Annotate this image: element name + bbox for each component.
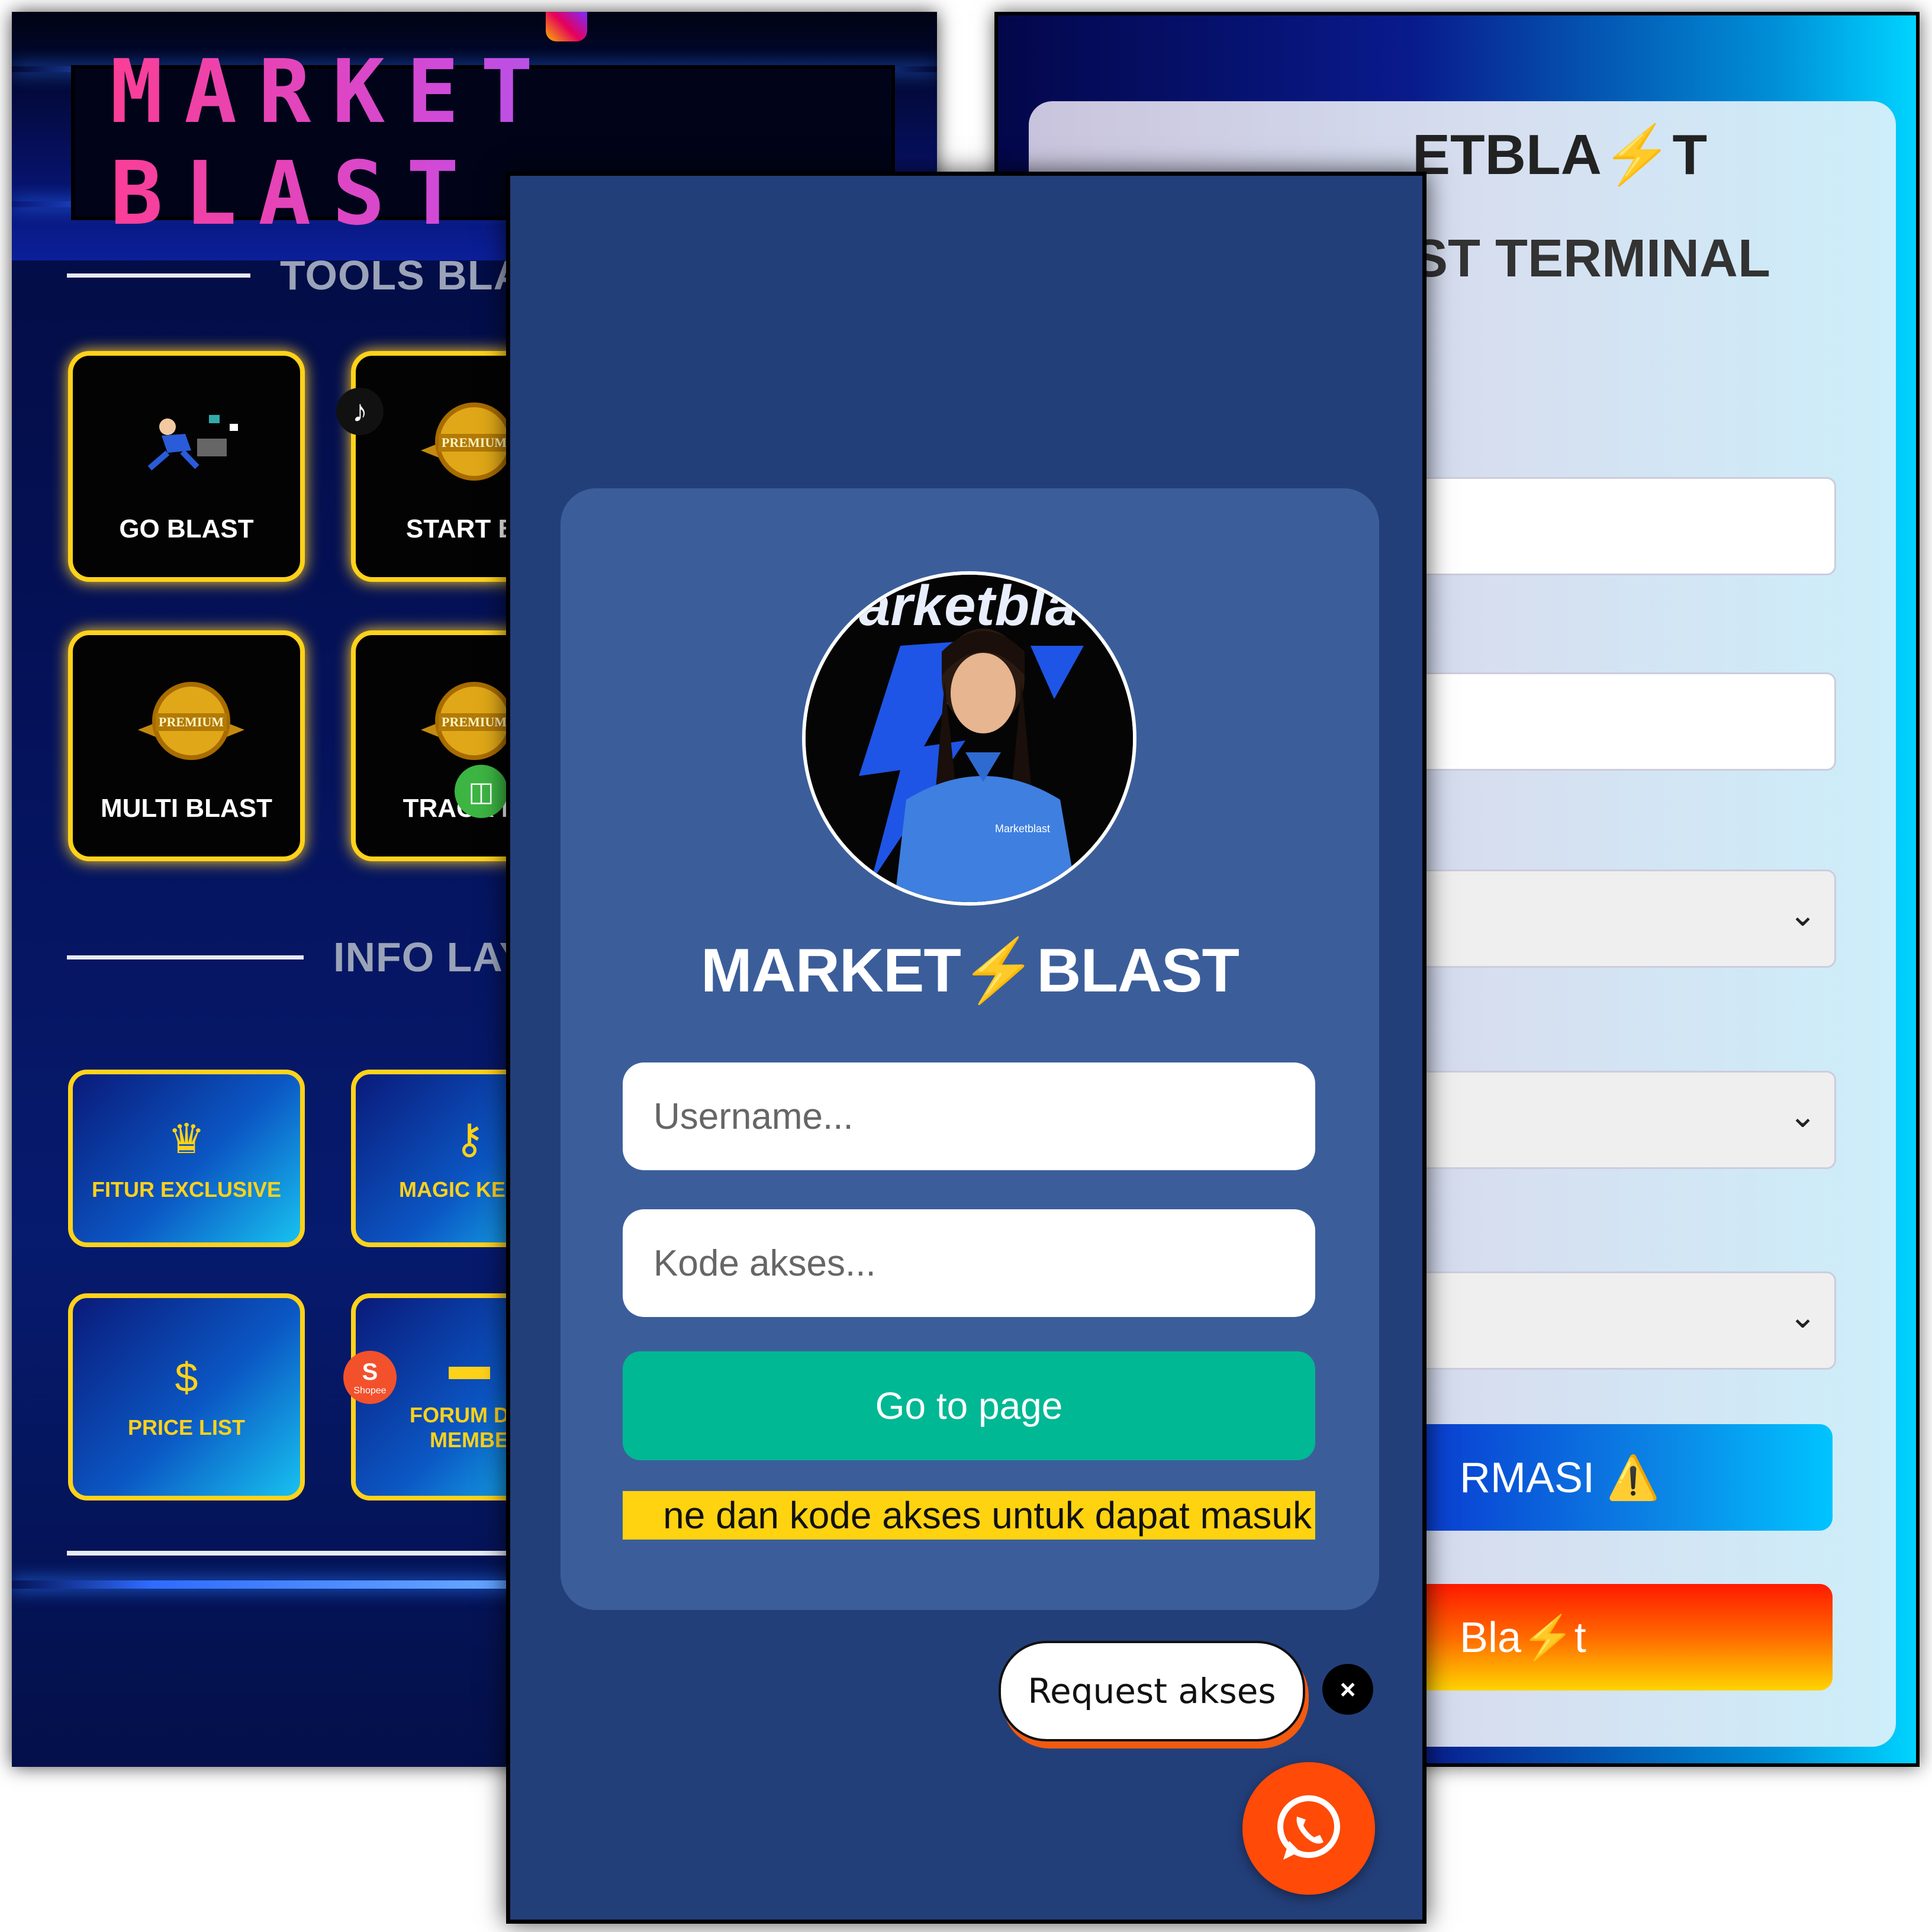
info-marquee: ne dan kode akses untuk dapat masuk xyxy=(623,1491,1315,1540)
info-label: PRICE LIST xyxy=(127,1415,246,1440)
section-info-header: INFO LAY xyxy=(67,933,527,981)
divider xyxy=(67,955,304,959)
tool-label: MULTI BLAST xyxy=(100,794,273,823)
svg-text:PREMIUM: PREMIUM xyxy=(159,714,224,729)
form-subheading: ST TERMINAL xyxy=(1412,229,1770,288)
avatar: arketbla Marketblast xyxy=(802,571,1136,906)
login-card: arketbla Marketblast MARKET⚡BLAST Go to … xyxy=(561,488,1379,1610)
shopee-icon[interactable]: S Shopee xyxy=(343,1351,397,1404)
form-select[interactable]: ⌄ xyxy=(1412,1071,1836,1169)
svg-text:PREMIUM: PREMIUM xyxy=(442,714,507,729)
form-select[interactable]: ⌄ xyxy=(1412,1271,1836,1370)
tool-label: GO BLAST xyxy=(119,514,254,543)
premium-medal-icon: PREMIUM xyxy=(138,682,244,760)
form-input[interactable] xyxy=(1412,477,1836,575)
marquee-text: ne dan kode akses untuk dapat masuk xyxy=(663,1494,1312,1537)
info-label: MEMBE xyxy=(430,1428,509,1452)
avatar-image: arketbla Marketblast xyxy=(806,575,1133,902)
section-tools-header: TOOLS BLAS xyxy=(67,252,552,299)
chat-icon: ▬ xyxy=(449,1342,490,1388)
runner-icon xyxy=(147,415,238,471)
shopee-bag-icon: S xyxy=(362,1358,378,1385)
page-title: MARKET⚡BLAST xyxy=(561,935,1379,1007)
blast-button[interactable]: Bla⚡t xyxy=(1412,1584,1833,1690)
form-input[interactable] xyxy=(1412,672,1836,771)
info-label: FITUR EXCLUSIVE xyxy=(91,1177,282,1202)
title-text: MARKET xyxy=(701,936,961,1005)
svg-text:PREMIUM: PREMIUM xyxy=(442,435,507,450)
tool-tile-go-blast[interactable]: GO BLAST xyxy=(68,351,305,582)
go-to-page-button[interactable]: Go to page xyxy=(623,1351,1315,1460)
crown-icon: ♛ xyxy=(168,1116,205,1162)
price-hand-icon: $ xyxy=(175,1354,198,1400)
bolt-icon: ⚡ xyxy=(960,936,1037,1005)
login-screen: arketbla Marketblast MARKET⚡BLAST Go to … xyxy=(506,172,1427,1924)
form-heading: ETBLA⚡T xyxy=(1412,123,1708,186)
svg-text:Marketblast: Marketblast xyxy=(995,823,1050,835)
key-icon: ⚷ xyxy=(454,1116,485,1162)
svg-text:arketbla: arketbla xyxy=(859,575,1077,637)
username-input[interactable] xyxy=(623,1062,1315,1170)
chevron-down-icon: ⌄ xyxy=(1789,1297,1817,1335)
shopee-label: Shopee xyxy=(353,1385,387,1396)
instagram-icon[interactable] xyxy=(546,12,587,41)
form-select[interactable]: ⌄ xyxy=(1412,870,1836,968)
tokopedia-icon[interactable]: ◫ xyxy=(455,765,508,818)
whatsapp-icon xyxy=(1277,1795,1340,1860)
info-tile-price-list[interactable]: $ PRICE LIST xyxy=(68,1293,305,1500)
whatsapp-button[interactable] xyxy=(1242,1762,1375,1895)
tool-tile-multi-blast[interactable]: PREMIUM MULTI BLAST xyxy=(68,630,305,861)
divider xyxy=(67,273,250,278)
close-icon[interactable]: × xyxy=(1322,1664,1373,1715)
request-access-button[interactable]: Request akses xyxy=(999,1641,1305,1741)
chevron-down-icon: ⌄ xyxy=(1789,896,1817,933)
chevron-down-icon: ⌄ xyxy=(1789,1097,1817,1134)
information-button[interactable]: RMASI ⚠️ xyxy=(1412,1424,1833,1531)
info-tile-fitur-exclusive[interactable]: ♛ FITUR EXCLUSIVE xyxy=(68,1070,305,1247)
title-text: BLAST xyxy=(1036,936,1239,1005)
section-title: INFO LAY xyxy=(333,934,528,980)
tiktok-icon[interactable]: ♪ xyxy=(336,388,384,435)
access-code-input[interactable] xyxy=(623,1209,1315,1317)
